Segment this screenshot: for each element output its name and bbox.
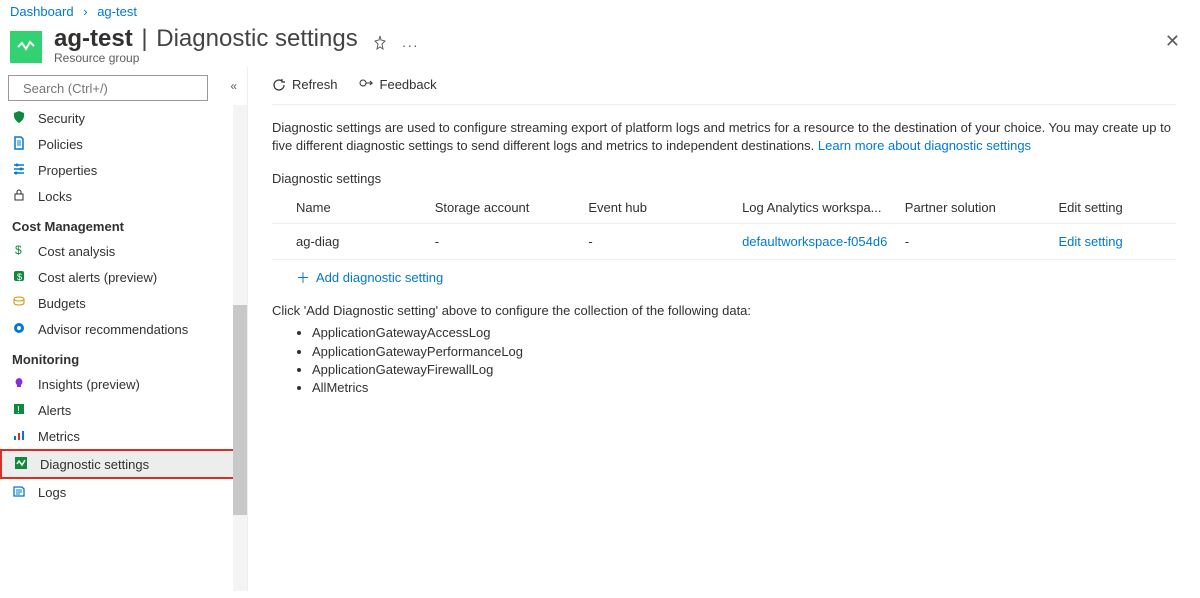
sidebar-item-alerts[interactable]: ! Alerts (0, 397, 247, 423)
page-header: ag-test | Diagnostic settings Resource g… (0, 23, 1200, 67)
col-header: Event hub (588, 192, 742, 224)
search-input[interactable] (21, 80, 201, 97)
breadcrumb: Dashboard › ag-test (0, 0, 1200, 23)
sidebar-item-label: Insights (preview) (38, 377, 140, 392)
list-item: AllMetrics (312, 379, 1176, 397)
close-icon[interactable]: ✕ (1165, 31, 1180, 52)
cell-partner: - (905, 224, 1059, 260)
svg-text:!: ! (17, 405, 20, 416)
sidebar-item-label: Security (38, 111, 85, 126)
sliders-icon (12, 162, 28, 178)
nav-header-monitor: Monitoring (0, 342, 247, 371)
cell-law[interactable]: defaultworkspace-f054d6 (742, 224, 905, 260)
page-subtitle: Resource group (54, 51, 358, 65)
title-light: Diagnostic settings (156, 25, 357, 53)
col-header: Edit setting (1058, 192, 1176, 224)
toolbar: Refresh Feedback (272, 67, 1176, 105)
sidebar-nav: Security Policies Properties Locks Cost Mana… (0, 105, 247, 591)
resource-group-icon (10, 31, 42, 63)
breadcrumb-root[interactable]: Dashboard (10, 4, 74, 19)
sidebar-item-properties[interactable]: Properties (0, 157, 247, 183)
sidebar-item-budgets[interactable]: Budgets (0, 290, 247, 316)
diag-table: NameStorage accountEvent hubLog Analytic… (272, 192, 1176, 260)
diag-section-title: Diagnostic settings (272, 171, 1176, 186)
cell-edit[interactable]: Edit setting (1058, 224, 1176, 260)
col-header: Log Analytics workspa... (742, 192, 905, 224)
search-input-wrap[interactable] (8, 75, 208, 101)
col-header: Storage account (435, 192, 589, 224)
advisor-icon (12, 321, 28, 337)
sidebar-item-label: Policies (38, 137, 83, 152)
sidebar-item-security[interactable]: Security (0, 105, 247, 131)
sidebar-item-diagnostic-settings[interactable]: Diagnostic settings (0, 449, 247, 479)
sidebar-item-cost-alerts-preview-[interactable]: $ Cost alerts (preview) (0, 264, 247, 290)
sidebar-item-label: Logs (38, 485, 66, 500)
breadcrumb-current[interactable]: ag-test (97, 4, 137, 19)
refresh-label: Refresh (292, 77, 338, 92)
sidebar-item-logs[interactable]: Logs (0, 479, 247, 505)
coins-icon (12, 295, 28, 311)
sidebar-item-label: Cost alerts (preview) (38, 270, 157, 285)
cell-event: - (588, 224, 742, 260)
sidebar-item-metrics[interactable]: Metrics (0, 423, 247, 449)
table-row: ag-diag--defaultworkspace-f054d6-Edit se… (272, 224, 1176, 260)
more-icon[interactable]: ··· (402, 37, 419, 53)
svg-text:$: $ (15, 243, 22, 257)
metrics-icon (12, 428, 28, 444)
feedback-icon (358, 78, 374, 92)
sidebar-scrollbar-thumb[interactable] (233, 305, 247, 515)
cell-storage: - (435, 224, 589, 260)
feedback-button[interactable]: Feedback (358, 77, 437, 92)
alert-icon: ! (12, 402, 28, 418)
page-title: ag-test | Diagnostic settings (54, 25, 358, 53)
description-text: Diagnostic settings are used to configur… (272, 120, 1171, 153)
sidebar-item-label: Alerts (38, 403, 71, 418)
shield-icon (12, 110, 28, 126)
sidebar-item-label: Properties (38, 163, 97, 178)
list-item: ApplicationGatewayFirewallLog (312, 361, 1176, 379)
sidebar-item-label: Advisor recommendations (38, 322, 188, 337)
list-item: ApplicationGatewayAccessLog (312, 324, 1176, 342)
refresh-icon (272, 78, 286, 92)
sidebar-item-label: Budgets (38, 296, 86, 311)
doc-icon (12, 136, 28, 152)
sidebar-item-policies[interactable]: Policies (0, 131, 247, 157)
plus-icon: ＋ (296, 271, 310, 285)
lock-icon (12, 188, 28, 204)
main-content: Refresh Feedback Diagnostic settings are… (248, 67, 1200, 591)
hint-list: ApplicationGatewayAccessLogApplicationGa… (296, 324, 1176, 397)
cell-name: ag-diag (272, 224, 435, 260)
sidebar-item-locks[interactable]: Locks (0, 183, 247, 209)
feedback-label: Feedback (380, 77, 437, 92)
add-diagnostic-label: Add diagnostic setting (316, 270, 443, 285)
sidebar-item-label: Diagnostic settings (40, 457, 149, 472)
sidebar-item-advisor-recommendations[interactable]: Advisor recommendations (0, 316, 247, 342)
title-separator: | (135, 25, 155, 53)
description: Diagnostic settings are used to configur… (272, 105, 1176, 165)
sidebar-item-label: Locks (38, 189, 72, 204)
sidebar: « Security Policies Properties Locks Cost Ma… (0, 67, 248, 591)
col-header: Partner solution (905, 192, 1059, 224)
sidebar-item-label: Cost analysis (38, 244, 115, 259)
nav-header-cost: Cost Management (0, 209, 247, 238)
sidebar-item-label: Metrics (38, 429, 80, 444)
diag-icon (14, 456, 30, 472)
list-item: ApplicationGatewayPerformanceLog (312, 343, 1176, 361)
logs-icon (12, 484, 28, 500)
sidebar-item-cost-analysis[interactable]: $ Cost analysis (0, 238, 247, 264)
pin-icon[interactable] (372, 35, 388, 56)
collapse-sidebar-icon[interactable]: « (230, 79, 237, 93)
refresh-button[interactable]: Refresh (272, 77, 338, 92)
bell-dollar-icon: $ (12, 269, 28, 285)
dollar-icon: $ (12, 243, 28, 259)
chevron-right-icon: › (83, 4, 87, 19)
add-diagnostic-button[interactable]: ＋ Add diagnostic setting (272, 260, 1176, 295)
bulb-icon (12, 376, 28, 392)
learn-more-link[interactable]: Learn more about diagnostic settings (818, 138, 1031, 153)
hint-text: Click 'Add Diagnostic setting' above to … (272, 303, 1176, 318)
sidebar-item-insights-preview-[interactable]: Insights (preview) (0, 371, 247, 397)
col-header: Name (272, 192, 435, 224)
title-strong: ag-test (54, 25, 133, 53)
svg-text:$: $ (17, 272, 22, 282)
